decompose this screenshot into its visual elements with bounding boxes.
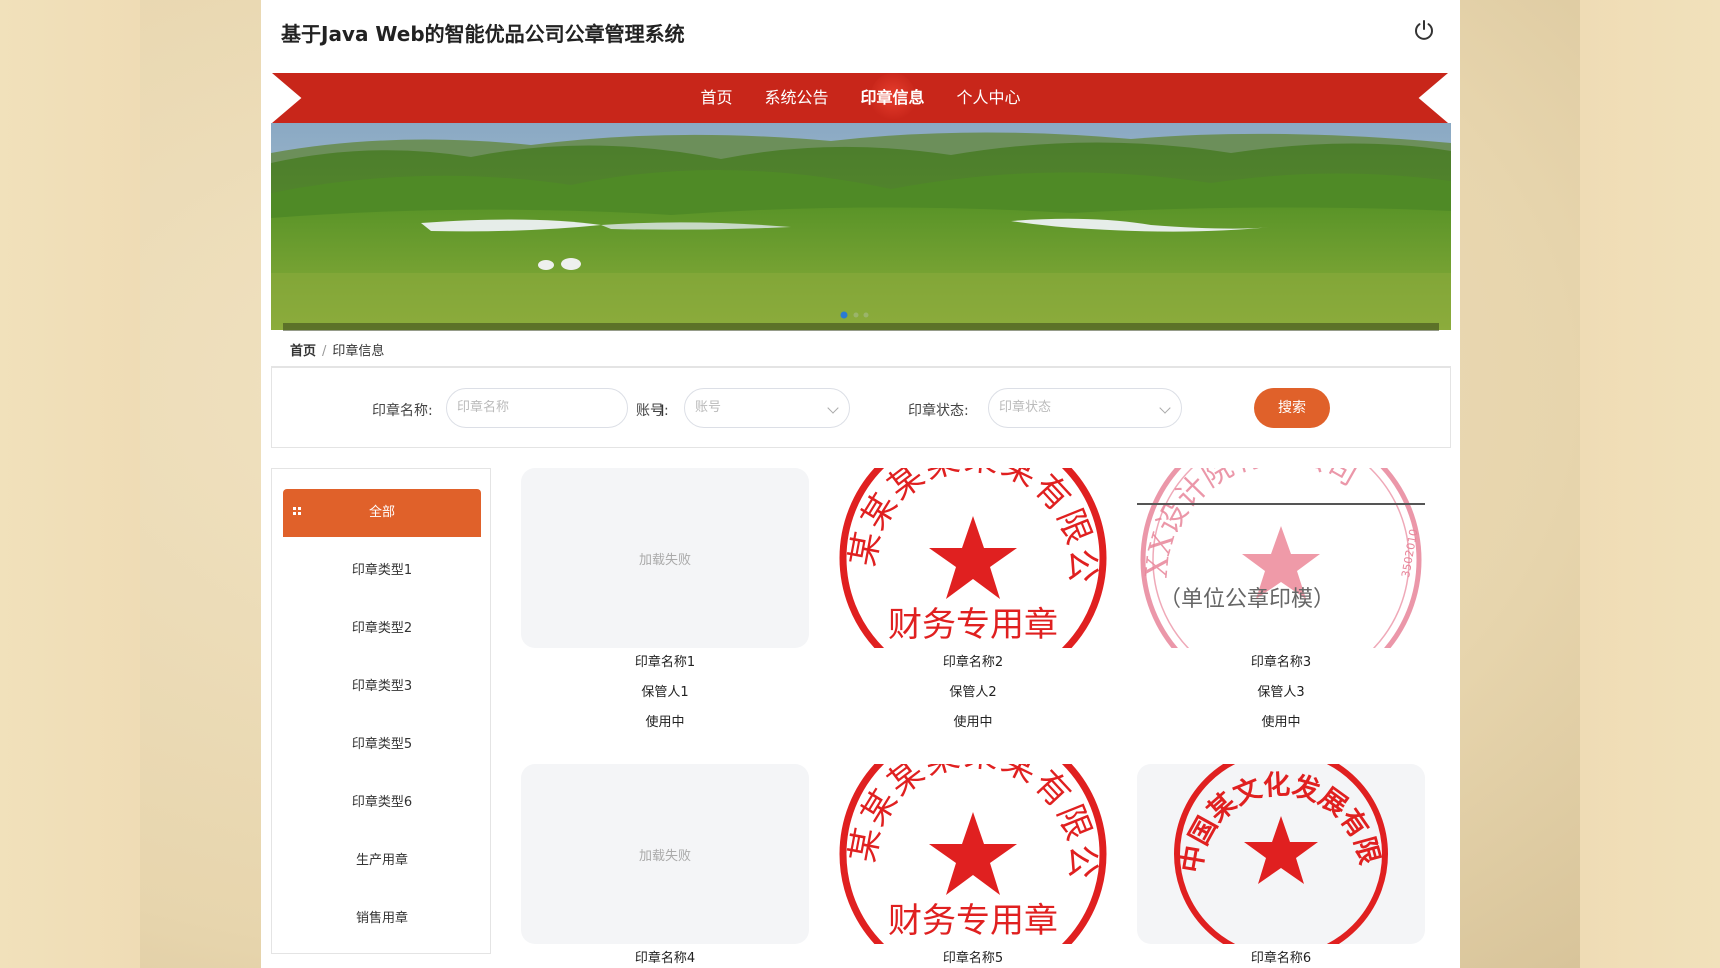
page-container: 基于Java Web的智能优品公司公章管理系统 首页 系统公告 印章信息 个人中… <box>261 0 1460 968</box>
seal-card[interactable]: 某某某某某某有限公司 财务专用章 印章名称5 <box>829 764 1117 968</box>
account-label: 账号: <box>636 403 669 419</box>
load-failed-text: 加载失败 <box>638 848 691 864</box>
seal-card[interactable]: 加载失败 印章名称1 保管人1 使用中 <box>521 468 809 738</box>
seal-image[interactable]: 某某某某某某有限公司 财务专用章 <box>829 468 1117 648</box>
svg-text:XX设计院有限公司: XX设计院有限公司 <box>1140 468 1364 579</box>
banner-carousel[interactable] <box>271 123 1451 330</box>
breadcrumb-current: 印章信息 <box>332 344 385 359</box>
breadcrumb-separator: / <box>322 344 327 359</box>
chevron-down-icon <box>827 402 839 414</box>
seal-status: 使用中 <box>645 715 685 730</box>
seal-bottom-text: 财务专用章 <box>888 901 1058 941</box>
background-left <box>0 0 140 968</box>
company-seal-image: 中国某文化发展有限责任公司 <box>1137 764 1388 944</box>
seal-name: 印章名称4 <box>634 951 696 966</box>
seal-image[interactable]: XX设计院有限公司 （单位公章印模） 3502010 <box>1137 468 1425 648</box>
account-placeholder: 账号 <box>695 400 722 415</box>
seal-status: 使用中 <box>953 715 993 730</box>
seal-keeper: 保管人1 <box>641 685 689 700</box>
seal-status-label: 印章状态: <box>908 403 969 419</box>
banner-shadow <box>283 323 1439 331</box>
search-bar: 印章名称: I 账号: 账号 印章状态: 印章状态 搜索 <box>271 366 1451 448</box>
finance-seal-image: 某某某某某某有限公司 财务专用章 <box>829 468 1107 648</box>
seal-status-placeholder: 印章状态 <box>999 400 1052 415</box>
seal-name: 印章名称3 <box>1250 655 1312 670</box>
background-right <box>1580 0 1720 968</box>
seal-image[interactable]: 中国某文化发展有限责任公司 <box>1137 764 1425 944</box>
search-button[interactable]: 搜索 <box>1254 388 1330 428</box>
seal-status-select[interactable]: 印章状态 <box>988 388 1182 428</box>
seal-name: 印章名称6 <box>1250 951 1312 966</box>
seal-name: 印章名称1 <box>634 655 696 670</box>
seal-image-failed[interactable]: 加载失败 <box>521 468 809 648</box>
category-item-type3[interactable]: 印章类型3 <box>283 663 481 711</box>
seal-card[interactable]: XX设计院有限公司 （单位公章印模） 3502010 印章名称3 保管人3 使用… <box>1137 468 1425 738</box>
category-sidebar: 全部 印章类型1 印章类型2 印章类型3 印章类型5 印章类型6 生产用章 销售… <box>271 468 491 954</box>
nav-item-announcements[interactable]: 系统公告 <box>748 73 844 123</box>
seal-top-text: XX设计院有限公司 <box>1140 468 1364 579</box>
header: 基于Java Web的智能优品公司公章管理系统 <box>261 0 1460 64</box>
seal-center-text: （单位公章印模） <box>1159 587 1335 612</box>
category-item-type1[interactable]: 印章类型1 <box>283 547 481 595</box>
seal-name: 印章名称5 <box>942 951 1004 966</box>
nav-item-seal-info[interactable]: 印章信息 <box>845 73 941 123</box>
seal-name: 印章名称2 <box>942 655 1004 670</box>
seal-image[interactable]: 某某某某某某有限公司 财务专用章 <box>829 764 1117 944</box>
nav-menu: 首页 系统公告 印章信息 个人中心 <box>261 73 1460 123</box>
seal-status: 使用中 <box>1261 715 1301 730</box>
load-failed-text: 加载失败 <box>638 552 691 568</box>
unit-seal-template-image: XX设计院有限公司 （单位公章印模） 3502010 <box>1137 468 1425 648</box>
category-item-type5[interactable]: 印章类型5 <box>283 721 481 769</box>
seal-keeper: 保管人3 <box>1257 685 1305 700</box>
seal-card[interactable]: 中国某文化发展有限责任公司 印章名称6 <box>1137 764 1425 968</box>
seal-name-label: 印章名称: <box>372 403 433 419</box>
breadcrumb: 首页 / 印章信息 <box>290 340 384 359</box>
seal-name-input[interactable] <box>457 400 627 415</box>
site-title: 基于Java Web的智能优品公司公章管理系统 <box>281 22 685 46</box>
seal-bottom-text: 财务专用章 <box>888 605 1058 645</box>
category-item-type6[interactable]: 印章类型6 <box>283 779 481 827</box>
banner-landscape-image <box>271 123 1451 330</box>
seal-card[interactable]: 加载失败 印章名称4 <box>521 764 809 968</box>
finance-seal-image: 某某某某某某有限公司 财务专用章 <box>829 764 1107 944</box>
category-item-type2[interactable]: 印章类型2 <box>283 605 481 653</box>
category-label: 全部 <box>368 505 395 520</box>
category-item-production[interactable]: 生产用章 <box>283 837 481 885</box>
seal-card[interactable]: 某某某某某某有限公司 财务专用章 印章名称2 保管人2 使用中 <box>829 468 1117 738</box>
nav-item-personal-center[interactable]: 个人中心 <box>941 73 1037 123</box>
seal-keeper: 保管人2 <box>949 685 997 700</box>
grid-icon <box>293 507 303 517</box>
power-icon[interactable] <box>1412 18 1436 42</box>
breadcrumb-home[interactable]: 首页 <box>290 344 316 359</box>
nav-item-home[interactable]: 首页 <box>684 73 748 123</box>
seal-image-failed[interactable]: 加载失败 <box>521 764 809 944</box>
account-select[interactable]: 账号 <box>684 388 850 428</box>
category-item-sales[interactable]: 销售用章 <box>283 895 481 943</box>
seal-name-field[interactable] <box>446 388 628 428</box>
chevron-down-icon <box>1159 402 1171 414</box>
category-item-all[interactable]: 全部 <box>283 489 481 537</box>
